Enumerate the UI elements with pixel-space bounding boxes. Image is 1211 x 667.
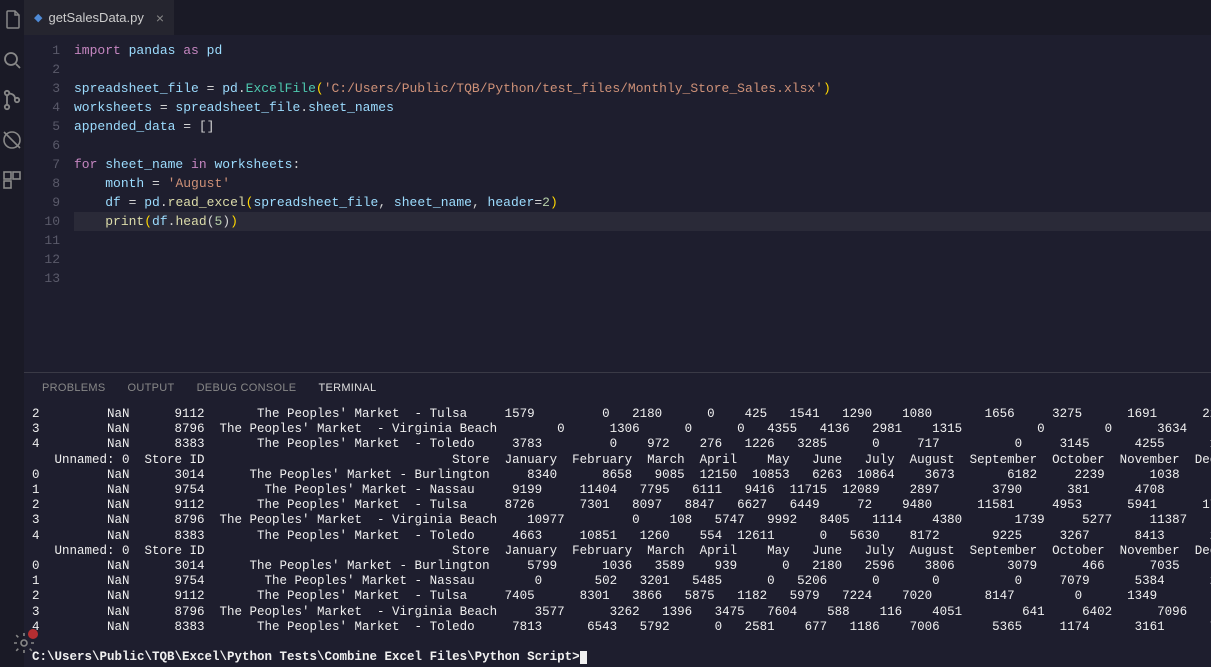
update-badge [28,629,38,639]
activity-bar [0,0,24,667]
source-control-icon[interactable] [0,88,24,112]
close-tab-icon[interactable]: × [156,10,164,26]
settings-gear-icon[interactable] [12,631,36,659]
extensions-icon[interactable] [0,168,24,192]
terminal-output[interactable]: 2 NaN 9112 The Peoples' Market - Tulsa 1… [24,403,1211,667]
tab-filename: getSalesData.py [48,10,143,25]
debug-console-tab[interactable]: DEBUG CONSOLE [197,382,297,394]
bottom-panel: PROBLEMS OUTPUT DEBUG CONSOLE TERMINAL 1… [24,372,1211,667]
debug-icon[interactable] [0,128,24,152]
editor-tab[interactable]: ◆ getSalesData.py × [24,0,174,35]
line-gutter: 1 2 3 4 5 6 7 8 9 10 11 12 13 [24,35,74,372]
python-file-icon: ◆ [34,11,42,24]
terminal-tab[interactable]: TERMINAL [318,382,376,394]
search-icon[interactable] [0,48,24,72]
output-tab[interactable]: OUTPUT [128,382,175,394]
code-content[interactable]: import pandas as pd spreadsheet_file = p… [74,35,1211,372]
tab-bar: ◆ getSalesData.py × [24,0,1211,35]
editor-area[interactable]: 1 2 3 4 5 6 7 8 9 10 11 12 13 import pan… [24,35,1211,372]
problems-tab[interactable]: PROBLEMS [42,382,106,394]
files-icon[interactable] [0,8,24,32]
panel-tabs: PROBLEMS OUTPUT DEBUG CONSOLE TERMINAL 1… [24,373,1211,403]
